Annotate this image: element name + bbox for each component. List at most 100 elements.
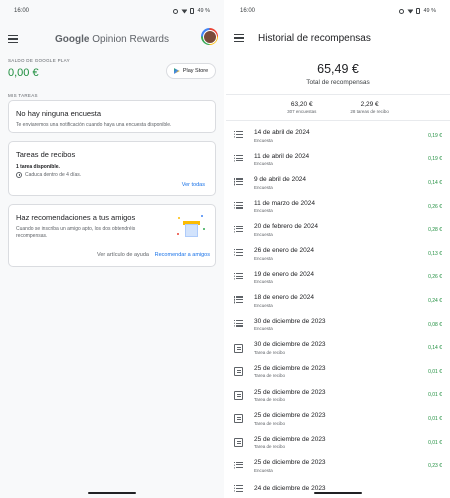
receipt-icon	[234, 343, 243, 353]
divider	[226, 94, 450, 95]
history-row-text: 18 de enero de 2024 Encuesta	[254, 294, 428, 308]
history-amount: 0,19 €	[428, 156, 442, 163]
history-row[interactable]: 18 de enero de 2024 Encuesta 0,24 €	[226, 289, 450, 313]
history-type: Tarea de recibo	[254, 373, 286, 379]
receipts-card[interactable]: Tareas de recibos 1 tarea disponible. Ca…	[8, 141, 216, 196]
history-date: 30 de diciembre de 2023	[254, 317, 326, 325]
history-row[interactable]: 11 de marzo de 2024 Encuesta 0,26 €	[226, 195, 450, 219]
history-row-text: 25 de diciembre de 2023 Tarea de recibo	[254, 412, 428, 426]
history-row[interactable]: 25 de diciembre de 2023 Tarea de recibo 0,…	[226, 407, 450, 431]
status-icons: 49 %	[399, 8, 436, 14]
play-store-button[interactable]: Play Store	[166, 63, 216, 79]
history-type: Tarea de recibo	[254, 420, 286, 426]
stat-surveys: 63,20 € 307 encuestas	[287, 101, 316, 114]
battery-icon	[190, 8, 195, 14]
history-date: 9 de abril de 2024	[254, 176, 307, 184]
home-indicator[interactable]	[88, 491, 136, 494]
brand-rest: Opinion Rewards	[92, 33, 169, 45]
stat-value: 2,29 €	[360, 101, 379, 108]
brand-google: Google	[55, 33, 90, 45]
history-row[interactable]: 25 de diciembre de 2023 Tarea de recibo 0,…	[226, 360, 450, 384]
history-row-text: 25 de diciembre de 2023 Tarea de recibo	[254, 365, 428, 379]
history-row-text: 30 de diciembre de 2023 Encuesta	[254, 318, 428, 332]
history-row[interactable]: 26 de enero de 2024 Encuesta 0,13 €	[226, 242, 450, 266]
history-date: 18 de enero de 2024	[254, 294, 314, 302]
history-row[interactable]: 25 de diciembre de 2023 Tarea de recibo 0,…	[226, 431, 450, 455]
history-row[interactable]: 20 de febrero de 2024 Encuesta 0,28 €	[226, 218, 450, 242]
help-article-link[interactable]: Ver artículo de ayuda	[97, 252, 149, 258]
history-amount: 0,14 €	[428, 179, 442, 186]
history-type: Encuesta	[254, 184, 273, 190]
history-amount: 0,24 €	[428, 297, 442, 304]
status-bar: 16:00 49 %	[0, 0, 224, 22]
history-row[interactable]: 25 de diciembre de 2023 Encuesta 0,23 €	[226, 454, 450, 478]
history-row[interactable]: 24 de diciembre de 2023	[226, 478, 450, 498]
history-type: Encuesta	[254, 279, 273, 285]
receipt-icon	[234, 414, 243, 424]
history-row[interactable]: 19 de enero de 2024 Encuesta 0,26 €	[226, 266, 450, 290]
menu-icon[interactable]	[234, 34, 244, 42]
history-type: Tarea de recibo	[254, 444, 286, 450]
history-row-text: 14 de abril de 2024 Encuesta	[254, 129, 428, 143]
history-row-text: 25 de diciembre de 2023 Encuesta	[254, 459, 428, 473]
avatar[interactable]	[201, 28, 218, 45]
alarm-icon	[173, 8, 179, 14]
recommend-friends-link[interactable]: Recomendar a amigos	[155, 252, 210, 258]
history-date: 26 de enero de 2024	[254, 247, 314, 255]
history-date: 19 de enero de 2024	[254, 270, 314, 278]
receipt-icon	[234, 367, 243, 377]
battery-level: 49 %	[197, 8, 210, 14]
history-row[interactable]: 9 de abril de 2024 Encuesta 0,14 €	[226, 171, 450, 195]
history-amount: 0,13 €	[428, 250, 442, 257]
history-amount: 0,26 €	[428, 274, 442, 281]
history-row-text: 11 de abril de 2024 Encuesta	[254, 153, 428, 167]
rewards-history-screen: 16:00 49 % Historial de recompensas 65,4…	[226, 0, 450, 498]
history-amount: 0,23 €	[428, 463, 442, 470]
history-type: Encuesta	[254, 326, 273, 332]
total-rewards-value: 65,49 €	[317, 62, 359, 76]
stat-label: 307 encuestas	[287, 109, 317, 114]
history-row[interactable]: 14 de abril de 2024 Encuesta 0,19 €	[226, 124, 450, 148]
history-date: 25 de diciembre de 2023	[254, 459, 326, 467]
history-row[interactable]: 11 de abril de 2024 Encuesta 0,19 €	[226, 148, 450, 172]
history-amount: 0,01 €	[428, 439, 442, 446]
history-type: Encuesta	[254, 255, 273, 261]
app-bar: Google Opinion Rewards	[0, 22, 224, 56]
history-date: 25 de diciembre de 2023	[254, 412, 326, 420]
history-row-text: 25 de diciembre de 2023 Tarea de recibo	[254, 436, 428, 450]
history-date: 11 de abril de 2024	[254, 152, 310, 160]
history-row-text: 11 de marzo de 2024 Encuesta	[254, 200, 428, 214]
wifi-icon	[181, 9, 188, 14]
status-icons: 49 %	[173, 8, 210, 14]
rewards-stats: 63,20 € 307 encuestas 2,29 € 28 tareas d…	[226, 101, 450, 121]
history-date: 25 de diciembre de 2023	[254, 364, 326, 372]
receipt-icon	[234, 390, 243, 400]
history-type: Encuesta	[254, 231, 273, 237]
history-row[interactable]: 30 de diciembre de 2023 Encuesta 0,08 €	[226, 313, 450, 337]
stat-receipts: 2,29 € 28 tareas de recibo	[350, 101, 389, 114]
history-row-text: 20 de febrero de 2024 Encuesta	[254, 223, 428, 237]
history-date: 14 de abril de 2024	[254, 129, 310, 137]
battery-icon	[416, 8, 421, 14]
clock-icon	[16, 172, 22, 178]
stat-value: 63,20 €	[290, 101, 313, 108]
history-date: 20 de febrero de 2024	[254, 223, 318, 231]
list-icon	[234, 178, 243, 187]
play-store-icon	[173, 68, 180, 74]
history-row-text: 30 de diciembre de 2023 Tarea de recibo	[254, 341, 428, 355]
receipts-expiry-text: Caduca dentro de 4 días.	[25, 172, 82, 178]
view-all-link[interactable]: Ver todas	[182, 182, 205, 188]
history-row[interactable]: 25 de diciembre de 2023 Tarea de recibo 0,…	[226, 384, 450, 408]
status-bar: 16:00 49 %	[226, 0, 450, 22]
home-indicator[interactable]	[314, 491, 362, 494]
receipt-icon	[234, 438, 243, 448]
history-row-text: 25 de diciembre de 2023 Tarea de recibo	[254, 389, 428, 403]
history-date: 25 de diciembre de 2023	[254, 388, 326, 396]
list-icon	[234, 202, 243, 211]
history-amount: 0,01 €	[428, 368, 442, 375]
menu-icon[interactable]	[8, 35, 18, 43]
history-type: Encuesta	[254, 467, 273, 473]
alarm-icon	[399, 8, 405, 14]
page-title: Historial de recompensas	[258, 32, 371, 44]
history-row[interactable]: 30 de diciembre de 2023 Tarea de recibo 0,…	[226, 336, 450, 360]
